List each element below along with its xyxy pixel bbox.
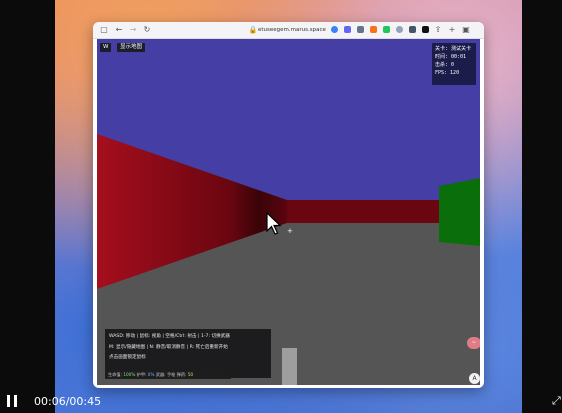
far-wall xyxy=(287,200,439,223)
ammo-value: 50 xyxy=(187,372,194,377)
pause-button[interactable] xyxy=(7,395,19,407)
sidebar-icon[interactable]: ▢ xyxy=(99,25,109,35)
extension-icon[interactable] xyxy=(331,26,338,33)
browser-window: ▢ ← → ↻ 🔒 etuseegem.marus.space ⇪ + ▣ W … xyxy=(93,22,484,388)
back-button[interactable]: ← xyxy=(114,25,124,35)
weapon-label: 武器: xyxy=(155,372,166,377)
mouse-cursor-icon xyxy=(266,212,282,235)
extension-icon[interactable] xyxy=(344,26,351,33)
player-weapon xyxy=(282,348,297,385)
hud-time: 时间: 00:01 xyxy=(435,54,467,60)
game-canvas[interactable]: W 显示地图 关卡: 测试关卡 时间: 00:01 击杀: 0 FPS: 120… xyxy=(97,39,480,385)
browser-toolbar: ▢ ← → ↻ 🔒 etuseegem.marus.space ⇪ + ▣ xyxy=(93,22,484,39)
tabs-overview-icon[interactable]: ▣ xyxy=(461,25,471,35)
health-label: 生命值: xyxy=(108,372,122,377)
hud-fps: FPS: 120 xyxy=(435,70,460,76)
ammo-label: 弹药: xyxy=(176,372,187,377)
controls-line: M: 显示/隐藏地图 | N: 静音/取消静音 | R: 死亡后重新开始 xyxy=(109,344,228,350)
lock-icon: 🔒 xyxy=(248,26,258,34)
right-wall xyxy=(439,178,480,246)
share-icon[interactable]: ⇪ xyxy=(433,25,443,35)
extension-icon[interactable] xyxy=(422,26,429,33)
pause-icon xyxy=(7,395,10,407)
extension-icon[interactable] xyxy=(396,26,403,33)
toggle-button[interactable]: W xyxy=(100,43,112,52)
address-bar[interactable]: etuseegem.marus.space xyxy=(258,25,326,35)
status-bar: 生命值: 100% 护甲: 0% 武器: 手枪 弹药: 50 xyxy=(105,370,231,379)
reload-button[interactable]: ↻ xyxy=(142,25,152,35)
extension-icon[interactable] xyxy=(357,26,364,33)
forward-button[interactable]: → xyxy=(128,25,138,35)
controls-line: 点击画面锁定鼠标 xyxy=(109,355,146,360)
playback-time: 00:06/00:45 xyxy=(34,395,102,408)
hud-score: 击杀: 0 xyxy=(435,62,455,68)
floating-badge[interactable]: ~ xyxy=(467,337,480,349)
fullscreen-icon[interactable]: ⤢ xyxy=(552,395,562,407)
show-map-button[interactable]: 显示地图 xyxy=(117,43,146,52)
pause-icon xyxy=(14,395,17,407)
weapon-value: 手枪 xyxy=(166,372,176,377)
extension-icon[interactable] xyxy=(383,26,390,33)
health-value: 100% xyxy=(123,372,136,377)
new-tab-icon[interactable]: + xyxy=(447,25,457,35)
extension-icon[interactable] xyxy=(409,26,416,33)
armor-label: 护甲: xyxy=(136,372,147,377)
hud-level: 关卡: 测试关卡 xyxy=(435,46,472,52)
extension-icon[interactable] xyxy=(370,26,377,33)
hud-panel: 关卡: 测试关卡 时间: 00:01 击杀: 0 FPS: 120 xyxy=(432,43,476,85)
translate-button[interactable]: A xyxy=(469,373,480,384)
armor-value: 0% xyxy=(147,372,155,377)
crosshair: + xyxy=(287,227,293,235)
controls-line: WASD: 移动 | 鼠标: 视角 | 空格/Ctrl: 射击 | 1-7: 切… xyxy=(109,334,230,339)
